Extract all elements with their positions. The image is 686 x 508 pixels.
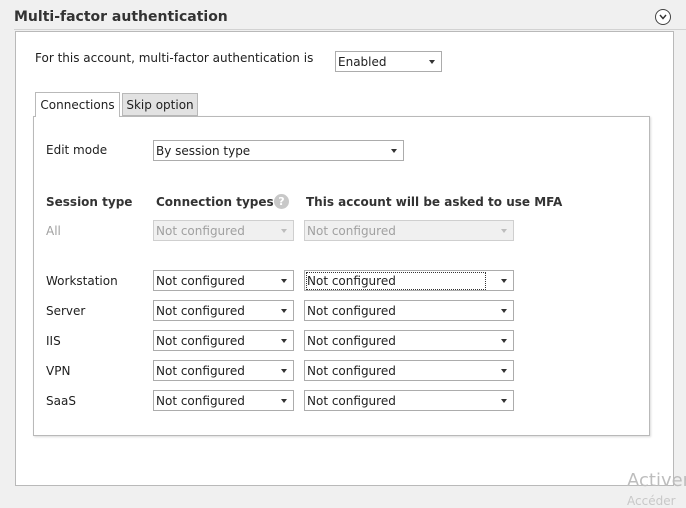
- server-connection-types-value: Not configured: [156, 303, 245, 318]
- dropdown-arrow-icon: [281, 338, 287, 343]
- dropdown-arrow-icon: [281, 228, 287, 233]
- session-label-workstation: Workstation: [46, 274, 118, 288]
- activation-watermark: Activer: [627, 470, 686, 491]
- vpn-connection-types-value: Not configured: [156, 363, 245, 378]
- all-connection-types-value: Not configured: [156, 223, 245, 238]
- workstation-ask-mfa-value: Not configured: [306, 271, 486, 290]
- saas-connection-types-select[interactable]: Not configured: [153, 390, 294, 411]
- saas-ask-mfa-select[interactable]: Not configured: [304, 390, 514, 411]
- workstation-connection-types-select[interactable]: Not configured: [153, 270, 294, 291]
- edit-mode-label: Edit mode: [46, 143, 108, 157]
- saas-connection-types-value: Not configured: [156, 393, 245, 408]
- vpn-ask-mfa-select[interactable]: Not configured: [304, 360, 514, 381]
- dropdown-arrow-icon: [501, 228, 507, 233]
- ask-mfa-header: This account will be asked to use MFA: [306, 195, 563, 209]
- saas-ask-mfa-value: Not configured: [307, 393, 396, 408]
- all-connection-types-select: Not configured: [153, 220, 294, 241]
- chevron-down-icon: [659, 14, 667, 20]
- tab-skip-option[interactable]: Skip option: [122, 93, 198, 116]
- dropdown-arrow-icon: [501, 368, 507, 373]
- server-ask-mfa-select[interactable]: Not configured: [304, 300, 514, 321]
- session-label-vpn: VPN: [46, 364, 71, 378]
- account-mfa-value: Enabled: [338, 54, 387, 69]
- vpn-connection-types-select[interactable]: Not configured: [153, 360, 294, 381]
- dropdown-arrow-icon: [281, 398, 287, 403]
- vpn-ask-mfa-value: Not configured: [307, 363, 396, 378]
- workstation-connection-types-value: Not configured: [156, 273, 245, 288]
- title-divider: [14, 29, 686, 30]
- account-mfa-label: For this account, multi-factor authentic…: [35, 51, 314, 65]
- dropdown-arrow-icon: [501, 278, 507, 283]
- mfa-panel: For this account, multi-factor authentic…: [15, 31, 674, 486]
- section-title: Multi-factor authentication: [14, 9, 228, 25]
- session-label-all: All: [46, 224, 61, 238]
- all-ask-mfa-value: Not configured: [307, 223, 396, 238]
- connection-types-header: Connection types: [156, 195, 274, 209]
- activation-watermark-subtext: Accéder: [627, 494, 676, 508]
- server-connection-types-select[interactable]: Not configured: [153, 300, 294, 321]
- workstation-ask-mfa-select[interactable]: Not configured: [304, 270, 514, 291]
- tab-connections-label: Connections: [40, 98, 115, 112]
- dropdown-arrow-icon: [501, 308, 507, 313]
- session-label-iis: IIS: [46, 334, 61, 348]
- account-mfa-select[interactable]: Enabled: [335, 51, 442, 72]
- question-icon[interactable]: ?: [274, 194, 289, 209]
- tab-connections[interactable]: Connections: [35, 92, 120, 117]
- dropdown-arrow-icon: [281, 368, 287, 373]
- dropdown-arrow-icon: [501, 398, 507, 403]
- iis-connection-types-value: Not configured: [156, 333, 245, 348]
- iis-connection-types-select[interactable]: Not configured: [153, 330, 294, 351]
- session-type-header: Session type: [46, 195, 133, 209]
- dropdown-arrow-icon: [501, 338, 507, 343]
- dropdown-arrow-icon: [281, 278, 287, 283]
- session-label-server: Server: [46, 304, 86, 318]
- edit-mode-value: By session type: [156, 143, 251, 158]
- server-ask-mfa-value: Not configured: [307, 303, 396, 318]
- session-label-saas: SaaS: [46, 394, 76, 408]
- all-ask-mfa-select: Not configured: [304, 220, 514, 241]
- dropdown-arrow-icon: [429, 59, 435, 64]
- iis-ask-mfa-select[interactable]: Not configured: [304, 330, 514, 351]
- tab-skip-option-label: Skip option: [126, 97, 194, 112]
- dropdown-arrow-icon: [391, 148, 397, 153]
- collapse-toggle-button[interactable]: [655, 9, 671, 25]
- dropdown-arrow-icon: [281, 308, 287, 313]
- iis-ask-mfa-value: Not configured: [307, 333, 396, 348]
- edit-mode-select[interactable]: By session type: [153, 140, 404, 161]
- connections-tab-panel: Edit mode By session type Session type C…: [33, 116, 650, 436]
